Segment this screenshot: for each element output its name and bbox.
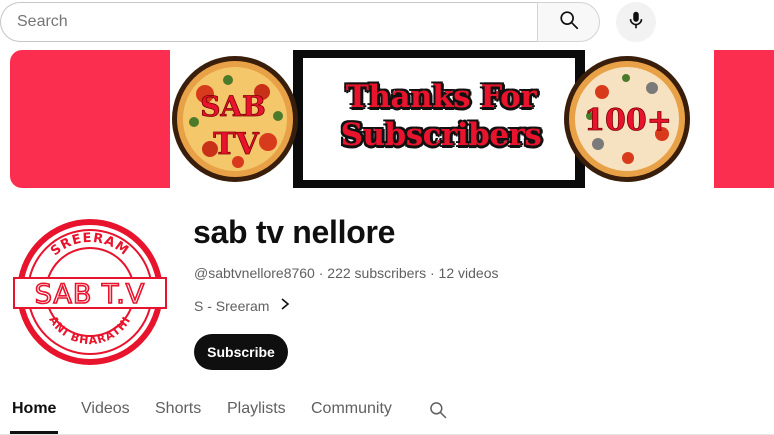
chevron-right-icon bbox=[279, 297, 291, 314]
channel-link-label: S - Sreeram bbox=[194, 297, 270, 314]
channel-name: sab tv nellore bbox=[193, 214, 396, 250]
search-input[interactable] bbox=[0, 2, 537, 42]
channel-banner: SAB TV 100+ Thanks For Subscribers bbox=[10, 50, 774, 188]
banner-line-2: Subscribers bbox=[340, 117, 542, 153]
avatar-logo: SREERAM SAB T.V ANI BHARATHI bbox=[13, 216, 167, 368]
channel-page: SAB TV 100+ Thanks For Subscribers bbox=[0, 0, 774, 435]
tab-playlists[interactable]: Playlists bbox=[227, 400, 286, 418]
channel-description-link[interactable]: S - Sreeram bbox=[194, 297, 291, 314]
tab-home[interactable]: Home bbox=[12, 400, 56, 418]
channel-avatar[interactable]: SREERAM SAB T.V ANI BHARATHI bbox=[10, 212, 170, 372]
channel-tabs: Home Videos Shorts Playlists Community bbox=[0, 388, 774, 435]
banner-line-1: Thanks For bbox=[345, 79, 537, 115]
pizza-logo-left: SAB TV bbox=[172, 56, 298, 182]
banner-thanks-text: Thanks For Subscribers bbox=[310, 78, 572, 154]
tab-shorts[interactable]: Shorts bbox=[155, 400, 201, 418]
voice-search-button[interactable] bbox=[616, 2, 656, 42]
search-icon[interactable] bbox=[428, 400, 448, 425]
search-button[interactable] bbox=[537, 2, 600, 42]
subscribe-button[interactable]: Subscribe bbox=[194, 334, 288, 370]
microphone-icon bbox=[625, 9, 647, 36]
pizza-logo-right: 100+ bbox=[564, 56, 690, 182]
channel-meta: @sabtvnellore8760 · 222 subscribers · 12… bbox=[194, 265, 499, 281]
banner-left-logo-text: SAB bbox=[200, 90, 266, 123]
search-bar bbox=[0, 2, 600, 42]
search-icon bbox=[558, 9, 580, 36]
avatar-middle-text: SAB T.V bbox=[35, 279, 146, 310]
banner-right-badge-text: 100+ bbox=[584, 103, 672, 138]
tab-community[interactable]: Community bbox=[311, 400, 392, 418]
tab-videos[interactable]: Videos bbox=[81, 400, 130, 418]
banner-left-logo-text-2: TV bbox=[213, 127, 259, 162]
